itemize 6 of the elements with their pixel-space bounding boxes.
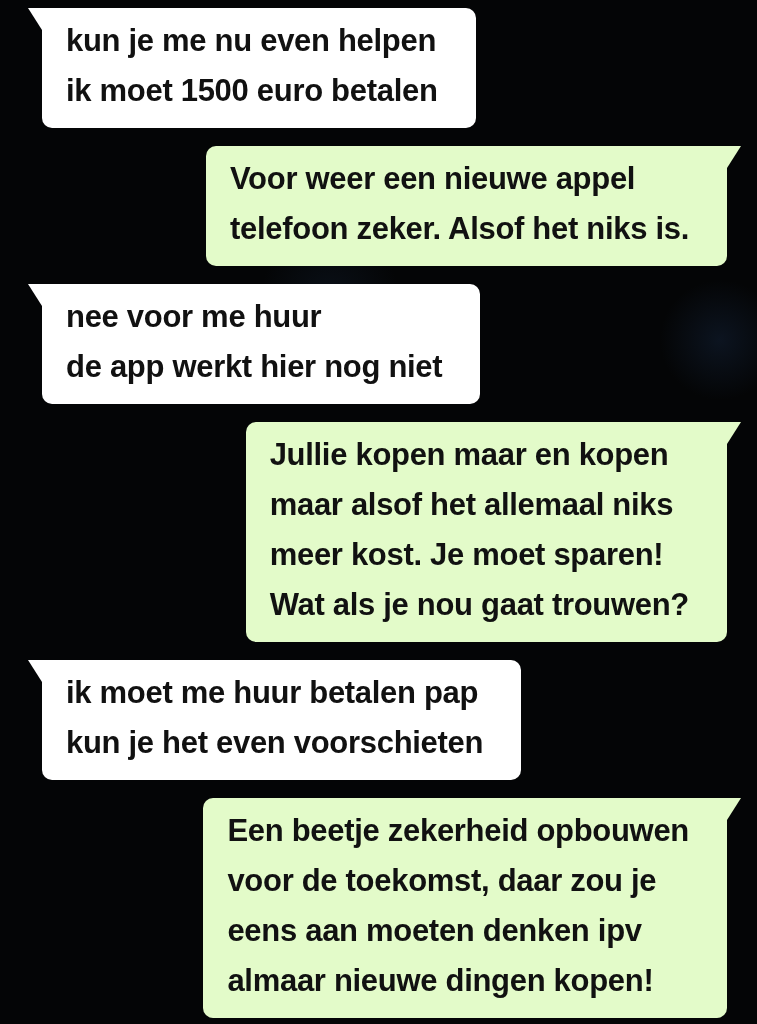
message-text: Een beetje zekerheid opbouwen voor de toekomst, daar zou je eens aan moeten denken ipv almaar nieuwe dingen kopen! [227, 812, 689, 1000]
message-text: nee voor me huur de app werkt hier nog niet [66, 298, 443, 386]
message-text: Voor weer een nieuwe appel telefoon zeker. Alsof het niks is. [230, 160, 689, 248]
message-text: ik moet me huur betalen pap kun je het even voorschieten [66, 674, 484, 762]
message-text: Jullie kopen maar en kopen maar alsof het allemaal niks meer kost. Je moet sparen! Wat als je nou gaat trouwen? [269, 436, 689, 624]
message-text: kun je me nu even helpen ik moet 1500 euro betalen [66, 22, 438, 110]
